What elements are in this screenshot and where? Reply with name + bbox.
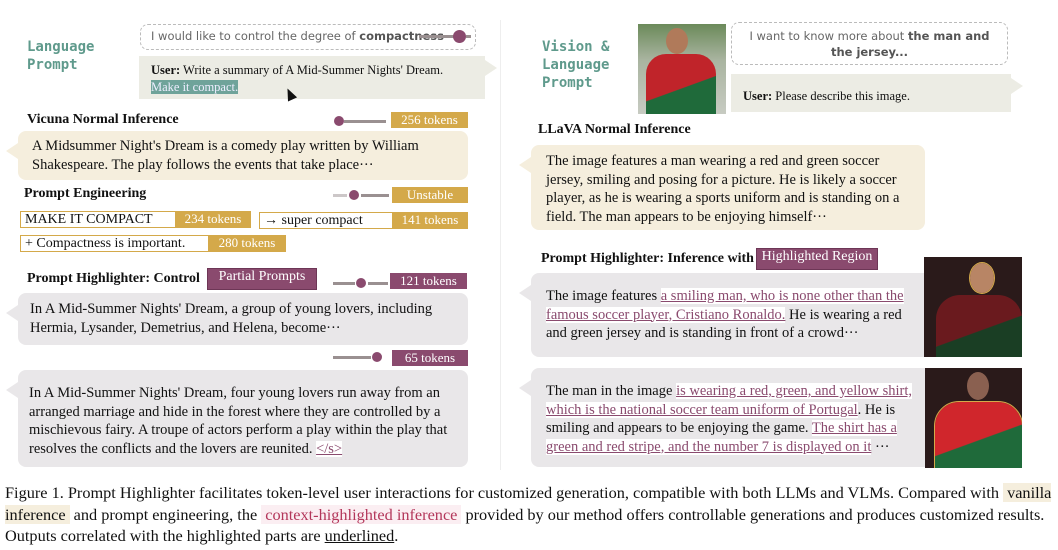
user-prompt-bubble: User: Write a summary of A Mid-Summer Ni… <box>139 56 497 99</box>
token-badge: 234 tokens <box>175 211 251 228</box>
vicuna-title: Vicuna Normal Inference <box>27 112 179 127</box>
highlighter-output-2: The man in the image is wearing a red, g… <box>519 368 940 467</box>
highlighter-control-title: Prompt Highlighter: Control <box>27 271 200 286</box>
control-hint-box: I would like to control the degree of co… <box>140 24 476 50</box>
hint-text: I would like to control the degree of <box>151 29 360 43</box>
caption-context: context-highlighted inference <box>261 504 462 524</box>
token-slider[interactable] <box>333 350 386 364</box>
compactness-slider[interactable] <box>419 29 471 43</box>
user-text: Please describe this image. <box>772 89 910 103</box>
caption-text: and prompt engineering, the <box>69 504 262 524</box>
language-prompt-label: Language Prompt <box>27 39 95 73</box>
output-text: The man in the image <box>546 383 677 399</box>
token-slider[interactable] <box>332 114 386 128</box>
token-badge: 121 tokens <box>390 273 467 289</box>
user-label: User: <box>743 89 773 103</box>
token-slider[interactable] <box>333 188 389 202</box>
llava-output: The image features a man wearing a red a… <box>519 145 925 230</box>
prompt-variant: → super compact <box>259 212 393 229</box>
user-label: User: <box>151 63 181 77</box>
caption-text: Figure 1. Prompt Highlighter facilitates… <box>5 483 1004 502</box>
highlighter-inference-title: Prompt Highlighter: Inference with <box>541 251 754 266</box>
user-text: Write a summary of A Mid-Summer Nights' … <box>180 63 444 77</box>
token-badge: 280 tokens <box>208 235 286 252</box>
highlighted-prompt[interactable]: Make it compact. <box>151 80 239 94</box>
llava-title: LLaVA Normal Inference <box>538 122 691 137</box>
prompt-variant: + Compactness is important. <box>20 235 209 252</box>
vision-language-prompt-label: Vision & Language Prompt <box>542 39 610 91</box>
token-slider[interactable] <box>333 276 388 290</box>
highlighted-face-image[interactable] <box>924 257 1022 357</box>
highlighter-output-2: In A Mid-Summer Nights' Dream, four youn… <box>6 370 468 467</box>
vision-hint-box: I want to know more about the man and th… <box>731 22 1008 65</box>
prompt-variant: MAKE IT COMPACT <box>20 211 176 228</box>
caption-text: . <box>394 526 399 545</box>
partial-prompts-badge: Partial Prompts <box>207 268 317 290</box>
highlighted-jersey-image[interactable] <box>925 368 1022 468</box>
eos-token: </s> <box>316 440 343 457</box>
output-text: The image features <box>546 288 661 304</box>
status-badge: Unstable <box>392 187 468 203</box>
highlighter-output-1: In A Mid-Summer Nights' Dream, a group o… <box>6 293 468 345</box>
figure-caption: Figure 1. Prompt Highlighter facilitates… <box>5 482 1055 547</box>
token-badge: 141 tokens <box>392 212 468 229</box>
caption-underlined: underlined <box>324 526 395 545</box>
token-badge: 65 tokens <box>392 350 468 366</box>
output-text: In A Mid-Summer Nights' Dream, four youn… <box>29 385 448 457</box>
prompt-engineering-title: Prompt Engineering <box>24 186 147 201</box>
highlighted-region-badge: Highlighted Region <box>756 248 878 270</box>
vicuna-output: A Midsummer Night's Dream is a comedy pl… <box>6 131 468 180</box>
divider <box>500 20 501 470</box>
highlighter-output-1: The image features a smiling man, who is… <box>519 273 940 357</box>
output-text: ··· <box>871 438 890 455</box>
input-image <box>638 24 726 114</box>
token-badge: 256 tokens <box>391 112 468 128</box>
hint-text: I want to know more about <box>749 29 908 43</box>
user-prompt-bubble: User: Please describe this image. <box>731 74 1023 112</box>
